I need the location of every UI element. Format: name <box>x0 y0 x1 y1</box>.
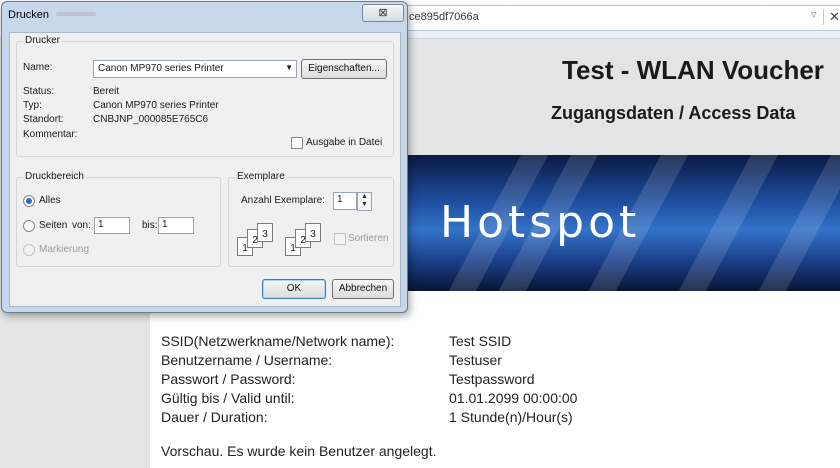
type-value: Canon MP970 series Printer <box>93 100 219 111</box>
from-page-input[interactable]: 1 <box>94 217 130 234</box>
copies-spinner[interactable]: ▲ ▼ <box>357 192 372 211</box>
copies-count-input[interactable]: 1 <box>333 192 357 210</box>
print-range-group: Druckbereich Alles Seiten von: 1 bis: 1 … <box>16 171 221 267</box>
to-page-value: 1 <box>162 219 168 230</box>
page-icon: 3 <box>305 223 321 242</box>
ok-button[interactable]: OK <box>262 279 326 299</box>
range-all-radio[interactable] <box>23 195 35 207</box>
location-value: CNBJNP_000085E765C6 <box>93 114 209 125</box>
stop-icon[interactable]: ✕ <box>829 9 840 25</box>
printer-name-value: Canon MP970 series Printer <box>98 63 224 74</box>
print-range-legend: Druckbereich <box>23 171 86 182</box>
print-to-file-checkbox[interactable] <box>291 137 303 149</box>
location-label: Standort: <box>23 114 64 125</box>
status-label: Status: <box>23 86 55 97</box>
printer-name-label: Name: <box>23 62 53 73</box>
comment-label: Kommentar: <box>23 129 78 140</box>
preview-note: Vorschau. Es wurde kein Benutzer angeleg… <box>161 443 437 459</box>
detail-label: SSID(Netzwerkname/Network name): <box>161 333 395 349</box>
banner-text: Hotspot <box>440 197 641 248</box>
dialog-body: Drucker Name: Canon MP970 series Printer… <box>9 32 401 307</box>
detail-row-ssid: SSID(Netzwerkname/Network name): Test SS… <box>161 333 840 352</box>
detail-value: Test SSID <box>449 333 512 349</box>
copies-group: Exemplare Anzahl Exemplare: 1 ▲ ▼ 1 2 3 1… <box>228 171 394 267</box>
range-pages-radio[interactable] <box>23 220 35 232</box>
detail-row-duration: Dauer / Duration: 1 Stunde(n)/Hour(s) <box>161 409 840 428</box>
page-title: Test - WLAN Voucher <box>562 55 824 85</box>
detail-value: Testpassword <box>449 371 535 387</box>
dialog-title: Drucken <box>8 9 49 21</box>
print-to-file-label[interactable]: Ausgabe in Datei <box>306 137 382 148</box>
dialog-titlebar[interactable]: Drucken ⊠ <box>2 2 407 28</box>
collate-checkbox[interactable] <box>334 233 346 245</box>
to-page-input[interactable]: 1 <box>158 217 194 234</box>
printer-name-select[interactable]: Canon MP970 series Printer ▼ <box>93 60 297 78</box>
copies-count-value: 1 <box>337 194 343 205</box>
detail-label: Passwort / Password: <box>161 371 296 387</box>
printer-group-legend: Drucker <box>23 35 63 46</box>
detail-label: Dauer / Duration: <box>161 409 268 425</box>
print-dialog: Drucken ⊠ Drucker Name: Canon MP970 seri… <box>1 1 408 313</box>
status-value: Bereit <box>93 86 120 97</box>
page-icon: 3 <box>257 223 273 242</box>
detail-row-valid-until: Gültig bis / Valid until: 01.01.2099 00:… <box>161 390 840 409</box>
voucher-details: SSID(Netzwerkname/Network name): Test SS… <box>161 333 840 428</box>
address-bar[interactable]: ce895df7066a ▿ ✕ <box>400 5 840 31</box>
detail-row-password: Passwort / Password: Testpassword <box>161 371 840 390</box>
copies-count-label: Anzahl Exemplare: <box>241 195 325 206</box>
to-label: bis: <box>142 220 158 231</box>
address-dropdown-icon[interactable]: ▿ <box>811 8 817 21</box>
address-text: ce895df7066a <box>409 11 479 23</box>
title-blur <box>56 12 96 16</box>
copies-legend: Exemplare <box>235 171 287 182</box>
detail-label: Gültig bis / Valid until: <box>161 390 295 406</box>
properties-button[interactable]: Eigenschaften... <box>301 59 387 79</box>
detail-value: 01.01.2099 00:00:00 <box>449 390 578 406</box>
page-subtitle: Zugangsdaten / Access Data <box>551 103 796 123</box>
detail-row-username: Benutzername / Username: Testuser <box>161 352 840 371</box>
close-button[interactable]: ⊠ <box>362 4 404 22</box>
collate-illustration: 1 2 3 1 2 3 <box>237 223 337 259</box>
range-selection-radio[interactable] <box>23 244 35 256</box>
range-pages-label[interactable]: Seiten <box>39 220 67 231</box>
detail-value: Testuser <box>449 352 502 368</box>
from-page-value: 1 <box>98 219 104 230</box>
range-all-label[interactable]: Alles <box>39 195 61 206</box>
range-selection-label: Markierung <box>39 244 90 255</box>
from-label: von: <box>72 220 91 231</box>
collate-label: Sortieren <box>348 233 389 244</box>
cancel-button[interactable]: Abbrechen <box>332 279 394 299</box>
printer-group: Drucker Name: Canon MP970 series Printer… <box>16 35 394 157</box>
chevron-down-icon[interactable]: ▼ <box>285 63 293 72</box>
detail-value: 1 Stunde(n)/Hour(s) <box>449 409 573 425</box>
detail-label: Benutzername / Username: <box>161 352 333 368</box>
type-label: Typ: <box>23 100 42 111</box>
address-separator <box>823 9 824 25</box>
